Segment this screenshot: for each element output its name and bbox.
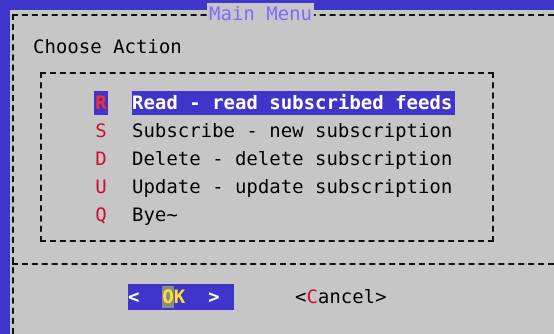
menu-item-subscribe[interactable]: S Subscribe - new subscription (0, 116, 554, 144)
menu-item-label: Delete - delete subscription (132, 148, 453, 170)
menu-item-bye[interactable]: Q Bye~ (0, 200, 554, 228)
menu-item-read[interactable]: R Read - read subscribed feeds (0, 88, 554, 116)
menu-item-label: Subscribe - new subscription (132, 120, 453, 142)
cancel-button-hotkey: C (306, 286, 318, 308)
ok-button-rest: K (173, 286, 186, 308)
menu-item-tag: Q (95, 204, 107, 226)
menu-box-top (40, 72, 494, 74)
menu-box-bottom (40, 240, 494, 242)
menu-item-delete[interactable]: D Delete - delete subscription (0, 144, 554, 172)
menu-item-tag: D (95, 148, 107, 170)
menu-item-label: Read - read subscribed feeds (132, 91, 456, 115)
menu-item-label: Update - update subscription (132, 176, 453, 198)
dialog-divider (12, 263, 554, 265)
ok-button-hotkey: O (162, 286, 174, 308)
cancel-button-close: > (375, 286, 387, 308)
dialog-prompt: Choose Action (33, 36, 182, 58)
menu-item-tag: S (95, 120, 107, 142)
dialog-title: Main Menu (207, 3, 314, 25)
ok-button[interactable]: < OK > (128, 284, 234, 310)
cancel-button-open: < (295, 286, 307, 308)
menu-item-update[interactable]: U Update - update subscription (0, 172, 554, 200)
menu-item-label: Bye~ (132, 204, 178, 226)
cancel-button[interactable]: <Cancel> (295, 284, 387, 310)
menu-item-tag: U (95, 176, 107, 198)
cancel-button-rest: ancel (317, 286, 376, 308)
menu-item-tag: R (94, 91, 108, 115)
ok-button-open: < (128, 286, 163, 308)
ok-button-close: > (185, 286, 220, 308)
